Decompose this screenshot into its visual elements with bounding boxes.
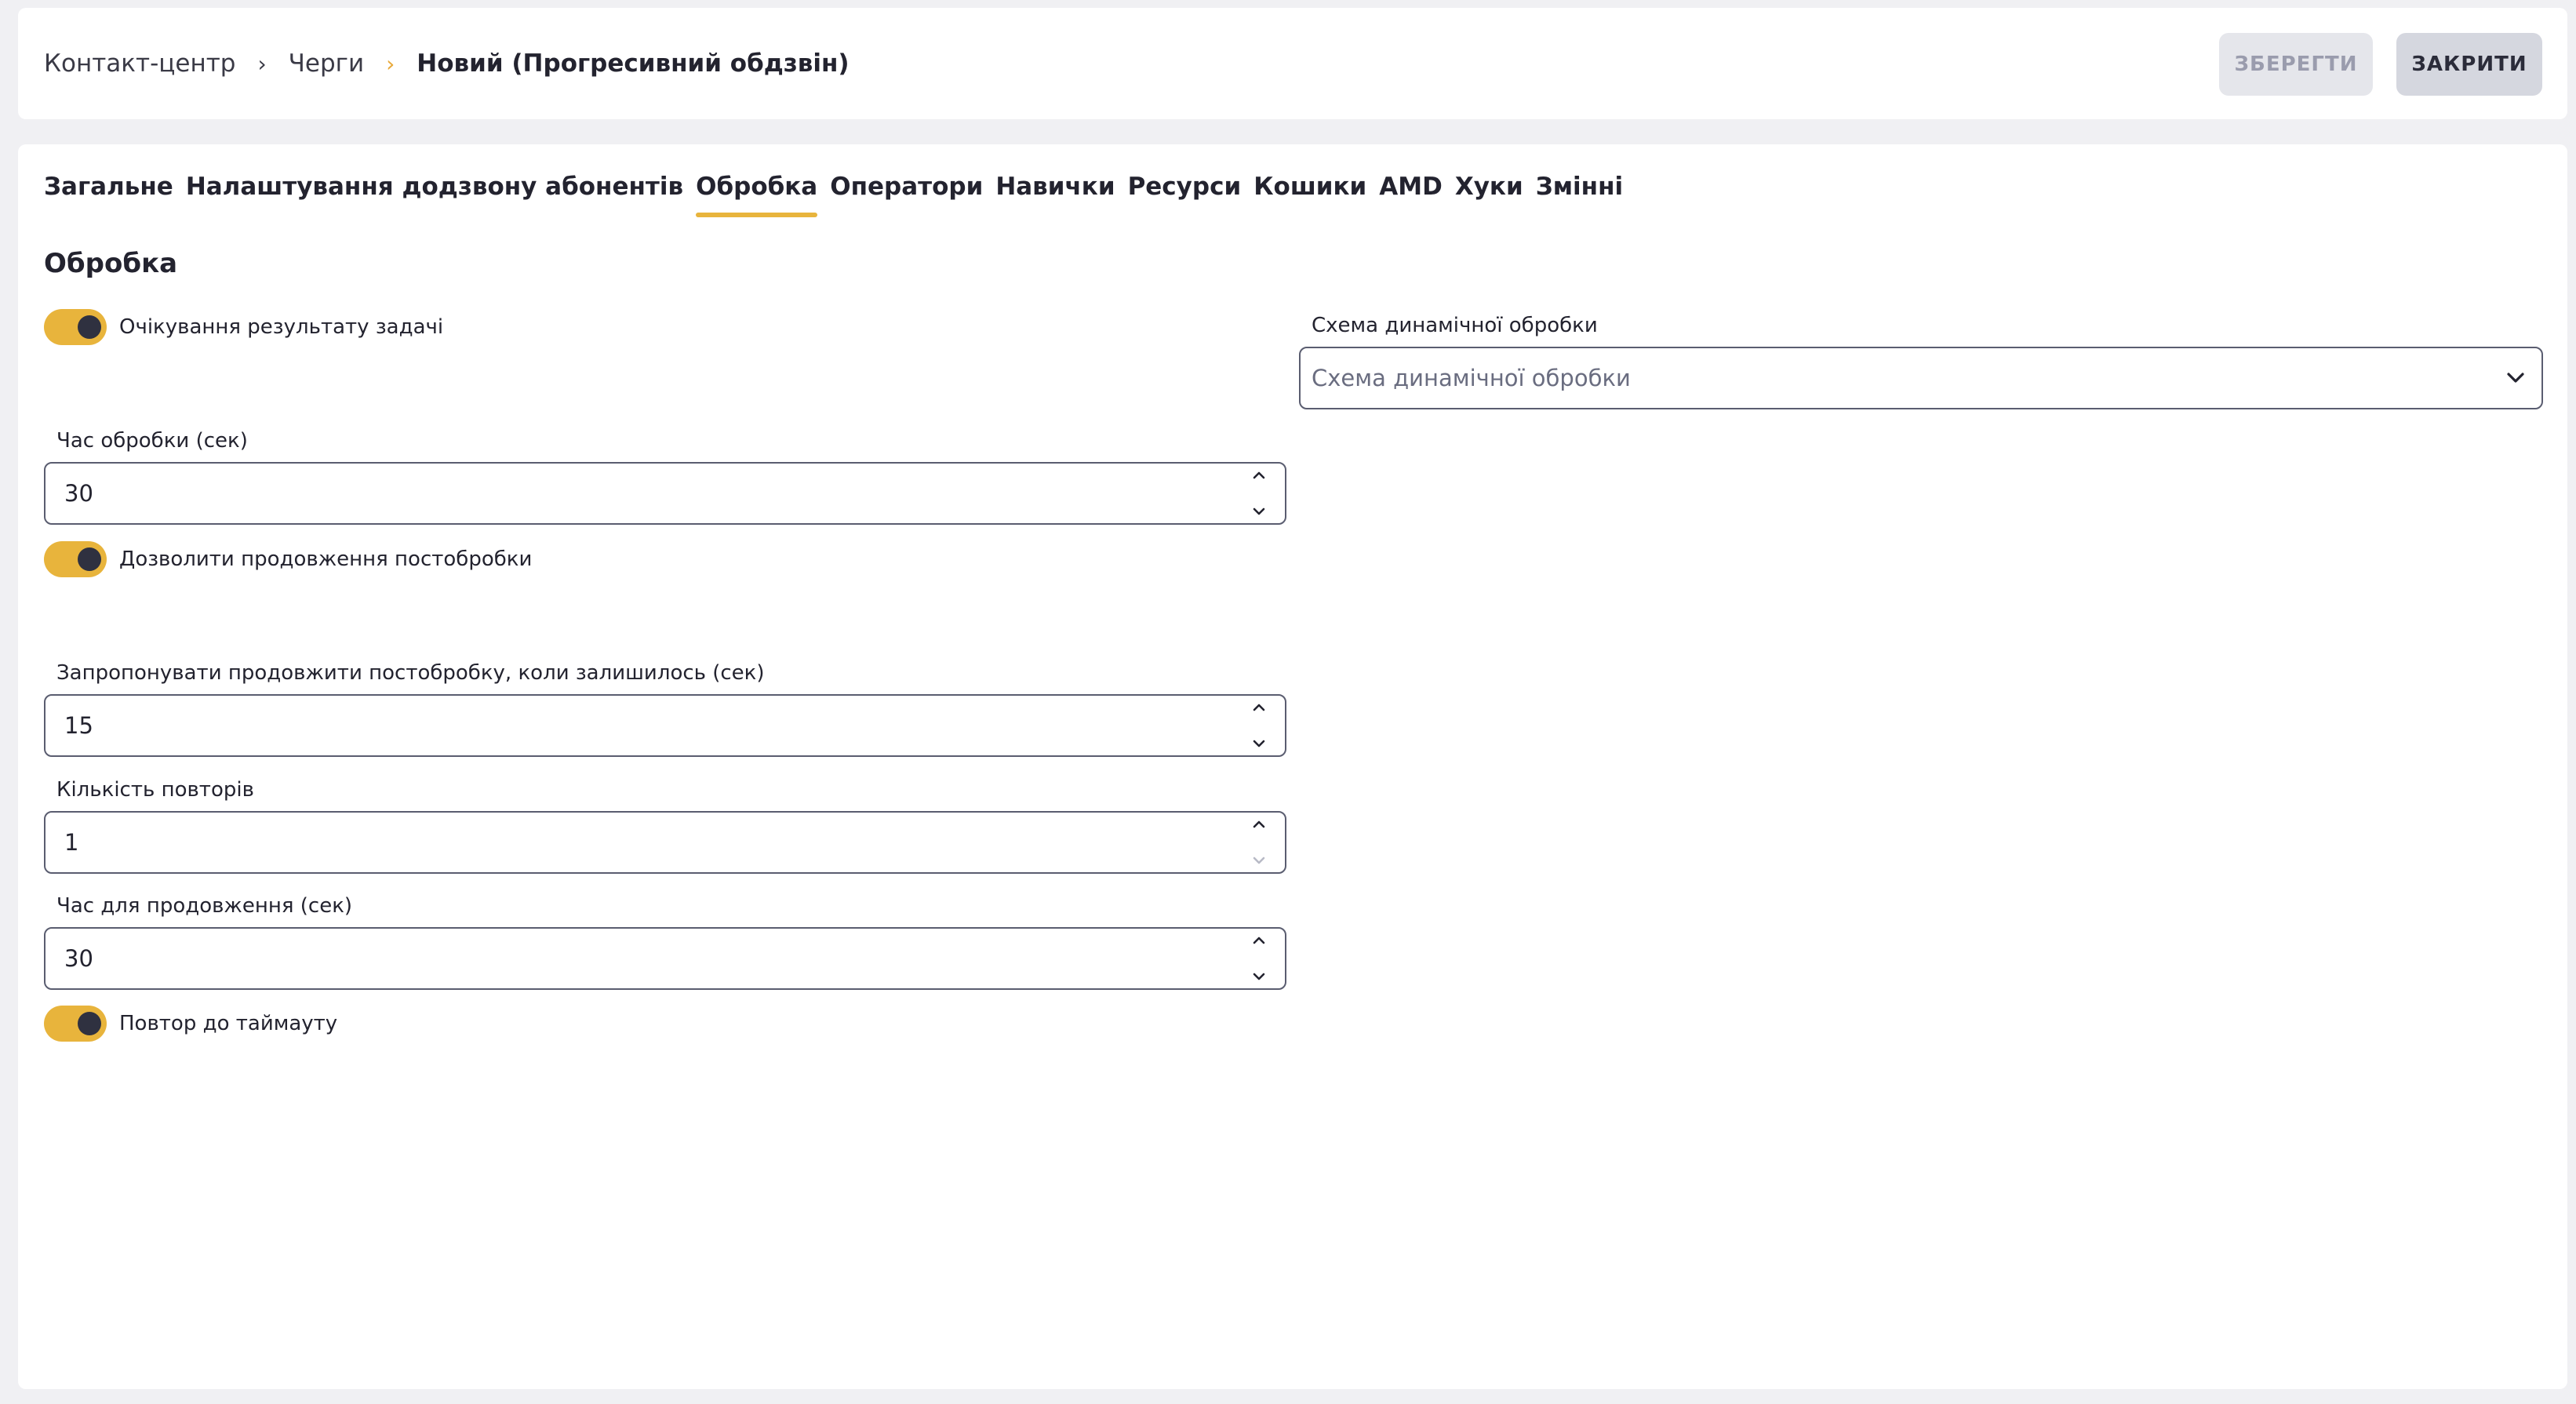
repeat-until-timeout-toggle[interactable] <box>44 1006 107 1042</box>
wait-result-toggle[interactable] <box>44 309 107 345</box>
tab-resources[interactable]: Ресурси <box>1128 173 1242 220</box>
extend-time-input[interactable]: 30 <box>44 927 1286 990</box>
allow-extend-toggle[interactable] <box>44 541 107 577</box>
toggle-knob <box>78 315 101 339</box>
breadcrumb: Контакт-центр › Черги › Новий (Прогресив… <box>44 8 850 119</box>
repeat-count-value: 1 <box>64 829 79 856</box>
number-spinner <box>1249 702 1269 749</box>
breadcrumb-item-contact-center[interactable]: Контакт-центр <box>44 49 235 78</box>
repeat-count-label: Кількість повторів <box>56 778 254 802</box>
processing-time-label: Час обробки (сек) <box>56 429 248 453</box>
toggle-knob <box>78 547 101 571</box>
tab-dial-settings[interactable]: Налаштування додзвону абонентів <box>186 173 683 220</box>
tab-variables[interactable]: Змінні <box>1536 173 1623 220</box>
number-spinner <box>1249 470 1269 517</box>
dynamic-schema-select[interactable]: Схема динамічної обробки <box>1299 347 2543 409</box>
chevron-down-icon <box>2505 367 2526 392</box>
breadcrumb-item-queues[interactable]: Черги <box>289 49 364 78</box>
tab-skills[interactable]: Навички <box>995 173 1115 220</box>
processing-time-value: 30 <box>64 480 93 507</box>
chevron-up-icon[interactable] <box>1251 935 1267 946</box>
dynamic-schema-label: Схема динамічної обробки <box>1312 314 1598 337</box>
allow-extend-label: Дозволити продовження постобробки <box>119 547 533 571</box>
chevron-down-icon[interactable] <box>1251 738 1267 749</box>
tab-general[interactable]: Загальне <box>44 173 173 220</box>
wait-result-label: Очікування результату задачі <box>119 315 444 339</box>
tab-bar: Загальне Налаштування додзвону абонентів… <box>44 173 1635 220</box>
processing-time-input[interactable]: 30 <box>44 462 1286 525</box>
extend-time-value: 30 <box>64 945 93 972</box>
offer-extend-input[interactable]: 15 <box>44 694 1286 757</box>
toggle-knob <box>78 1012 101 1035</box>
tab-processing[interactable]: Обробка <box>696 173 818 220</box>
repeat-until-timeout-label: Повтор до таймауту <box>119 1012 338 1035</box>
chevron-up-icon[interactable] <box>1251 470 1267 481</box>
repeat-count-input[interactable]: 1 <box>44 811 1286 874</box>
offer-extend-value: 15 <box>64 712 93 739</box>
header-bar: Контакт-центр › Черги › Новий (Прогресив… <box>18 8 2567 119</box>
dynamic-schema-placeholder: Схема динамічної обробки <box>1312 365 1631 391</box>
chevron-up-icon[interactable] <box>1251 702 1267 713</box>
chevron-right-icon: › <box>257 50 267 77</box>
breadcrumb-item-current: Новий (Прогресивний обдзвін) <box>417 49 850 78</box>
section-title: Обробка <box>44 248 178 279</box>
number-spinner <box>1249 819 1269 866</box>
chevron-down-icon[interactable] <box>1251 506 1267 517</box>
close-button[interactable]: ЗАКРИТИ <box>2396 33 2542 96</box>
tab-operators[interactable]: Оператори <box>830 173 983 220</box>
number-spinner <box>1249 935 1269 982</box>
chevron-down-icon[interactable] <box>1251 855 1267 866</box>
offer-extend-label: Запропонувати продовжити постобробку, ко… <box>56 661 765 685</box>
extend-time-label: Час для продовження (сек) <box>56 894 353 918</box>
chevron-right-icon: › <box>386 50 395 77</box>
chevron-down-icon[interactable] <box>1251 971 1267 982</box>
main-panel: Загальне Налаштування додзвону абонентів… <box>18 144 2567 1389</box>
tab-baskets[interactable]: Кошики <box>1253 173 1366 220</box>
chevron-up-icon[interactable] <box>1251 819 1267 830</box>
tab-hooks[interactable]: Хуки <box>1455 173 1523 220</box>
tab-amd[interactable]: AMD <box>1379 173 1443 220</box>
save-button[interactable]: ЗБЕРЕГТИ <box>2219 33 2373 96</box>
